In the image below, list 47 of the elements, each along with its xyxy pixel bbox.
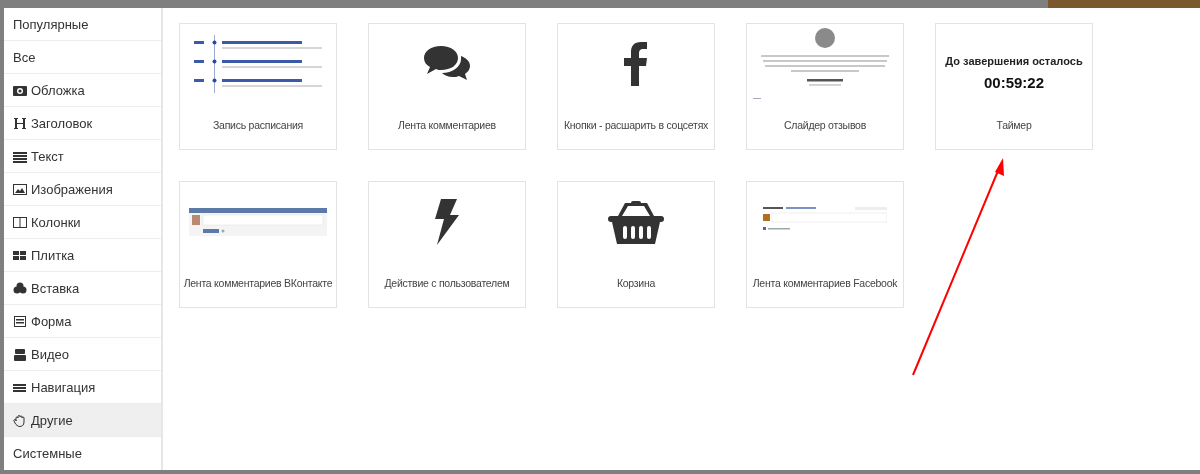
block-title: Запись расписания bbox=[212, 118, 303, 133]
block-card[interactable]: Лента комментариев Facebook bbox=[746, 181, 904, 308]
category-label: Навигация bbox=[31, 379, 96, 395]
category-label: Видео bbox=[31, 346, 69, 362]
block-title: Кнопки - расшарить в соцсетях bbox=[563, 118, 709, 133]
block-title: Лента комментариев Facebook bbox=[752, 276, 898, 291]
basket-icon bbox=[608, 198, 664, 246]
columns-icon bbox=[13, 215, 27, 229]
category-label: Текст bbox=[31, 148, 64, 164]
block-card[interactable]: Слайдер отзывов bbox=[746, 23, 904, 150]
form-icon bbox=[13, 314, 27, 328]
category-label: Изображения bbox=[31, 181, 113, 197]
block-card[interactable]: До завершения осталось 00:59:22 Таймер bbox=[935, 23, 1093, 150]
block-card[interactable]: Лента комментариев ВКонтакте bbox=[179, 181, 337, 308]
hand-icon bbox=[13, 413, 27, 427]
block-title: Действие с пользователем bbox=[384, 276, 510, 291]
category-label: Колонки bbox=[31, 214, 81, 230]
lines-icon bbox=[13, 149, 27, 163]
block-card[interactable]: Лента комментариев bbox=[368, 23, 526, 150]
category-label: Вставка bbox=[31, 280, 80, 296]
category-label: Заголовок bbox=[31, 115, 93, 131]
block-title: Лента комментариев bbox=[398, 118, 496, 133]
block-title: Таймер bbox=[996, 118, 1032, 133]
block-card[interactable]: Кнопки - расшарить в соцсетях bbox=[557, 23, 715, 150]
category-label: Форма bbox=[31, 313, 72, 329]
tiles-icon bbox=[13, 248, 27, 262]
category-label: Обложка bbox=[31, 82, 85, 98]
block-card[interactable]: Запись расписания bbox=[179, 23, 337, 150]
facebook-f-icon bbox=[624, 42, 648, 86]
category-label: Другие bbox=[31, 412, 73, 428]
category-label: Плитка bbox=[31, 247, 75, 263]
category-label: Системные bbox=[13, 446, 82, 461]
block-card[interactable]: Корзина bbox=[557, 181, 715, 308]
category-label: Популярные bbox=[13, 16, 89, 32]
video-icon bbox=[13, 347, 27, 361]
block-title: Корзина bbox=[616, 276, 656, 291]
block-title: Лента комментариев ВКонтакте bbox=[183, 276, 333, 291]
lightning-icon bbox=[433, 199, 461, 245]
timer-heading: До завершения осталось bbox=[945, 55, 1083, 67]
timer-time: 00:59:22 bbox=[983, 74, 1044, 91]
heading-icon bbox=[13, 116, 27, 130]
image-icon bbox=[13, 182, 27, 196]
block-card[interactable]: Действие с пользователем bbox=[368, 181, 526, 308]
category-label: Все bbox=[13, 49, 36, 65]
category-item[interactable]: Другие bbox=[4, 404, 161, 437]
camera-icon bbox=[13, 83, 27, 97]
block-title: Слайдер отзывов bbox=[783, 118, 866, 133]
